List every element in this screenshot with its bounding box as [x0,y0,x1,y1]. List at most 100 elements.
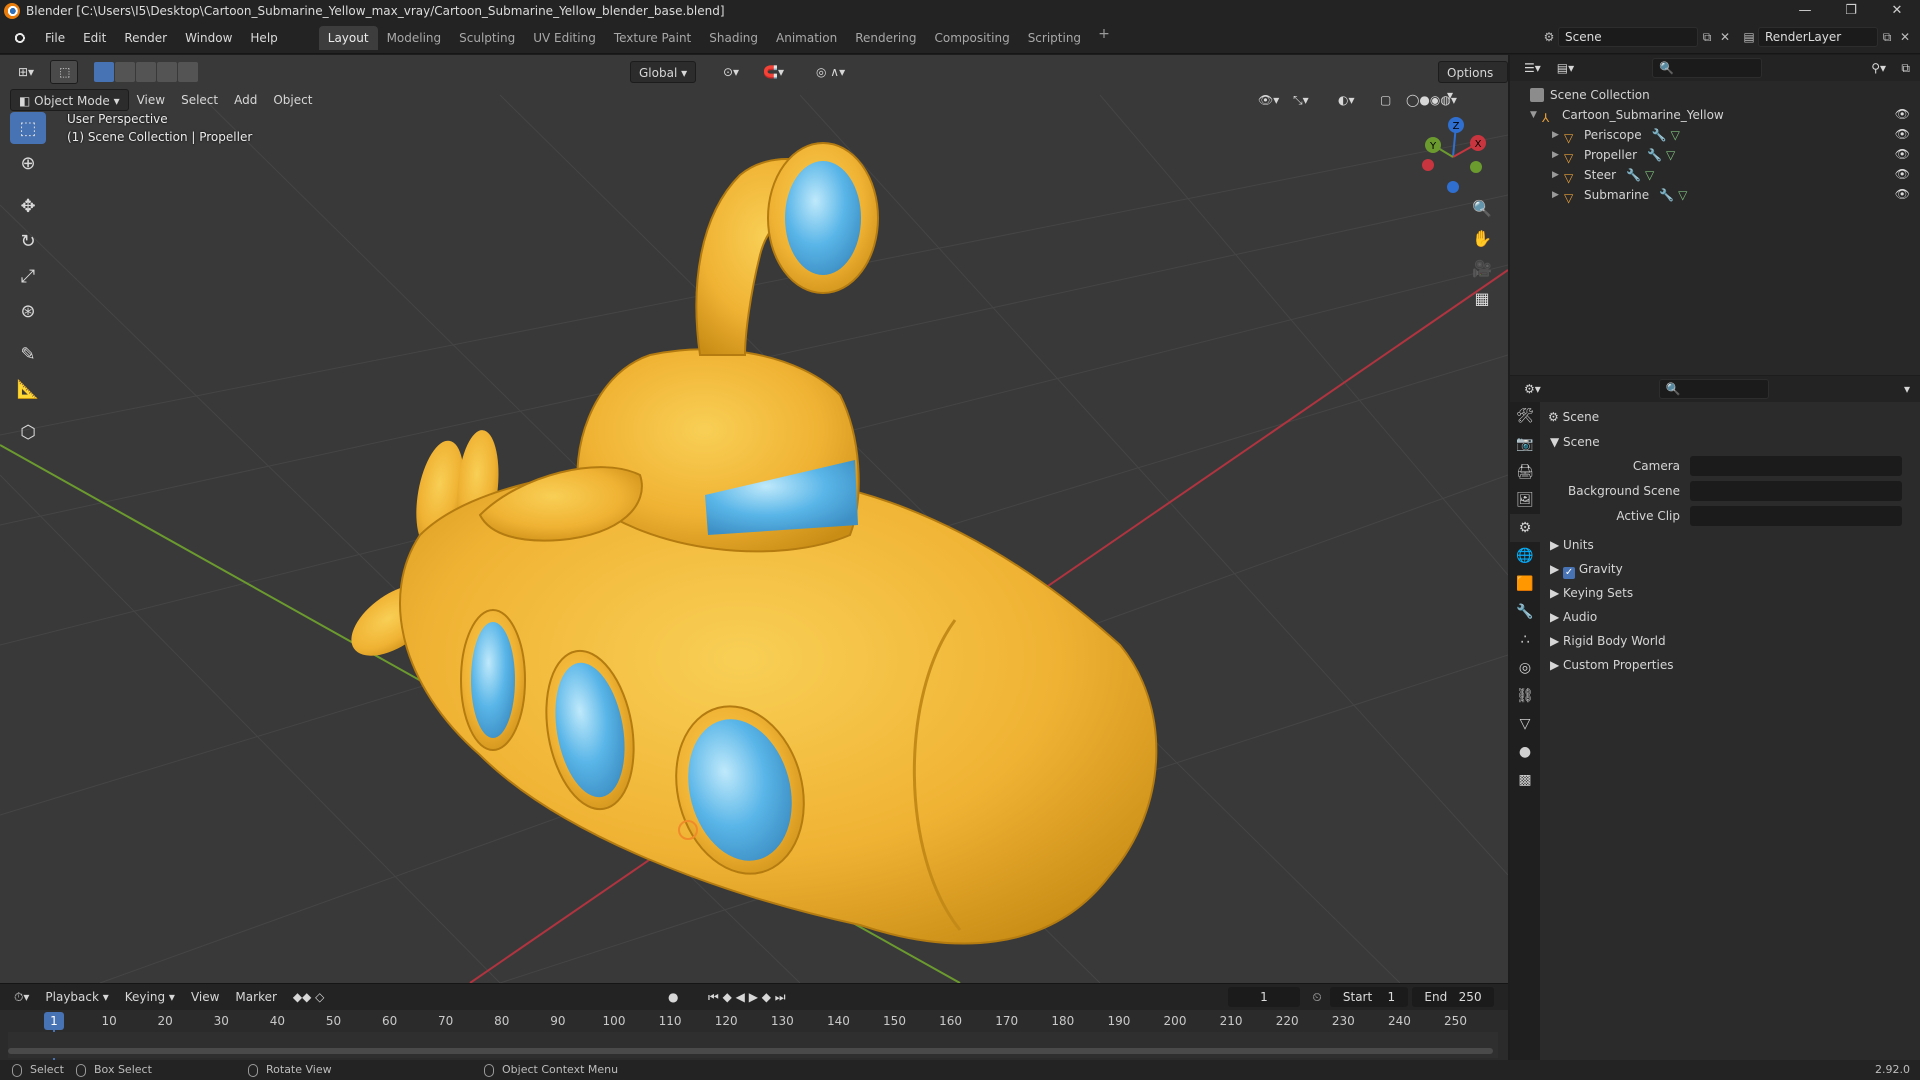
background-scene-field[interactable] [1690,481,1902,501]
camera-field[interactable] [1690,456,1902,476]
select-invert-icon[interactable] [157,62,178,82]
menu-render[interactable]: Render [115,26,176,50]
zoom-icon[interactable]: 🔍 [1468,195,1496,223]
scene-name-field[interactable]: Scene [1558,27,1698,47]
select-extend-icon[interactable] [115,62,136,82]
maximize-button[interactable]: ❐ [1828,0,1874,22]
mode-dropdown[interactable]: ◧ Object Mode ▾ [10,89,129,111]
mesh-data-icon[interactable]: ▽ [1671,125,1680,145]
menu-edit[interactable]: Edit [74,26,115,50]
material-tab-icon[interactable]: ● [1510,738,1540,766]
tab-modeling[interactable]: Modeling [378,26,451,50]
output-tab-icon[interactable]: 🖨 [1510,458,1540,486]
overlay-toggle-icon[interactable]: ◐▾ [1330,89,1363,111]
rigid-body-world-panel-header[interactable]: ▶ Rigid Body World [1550,630,1666,652]
scale-icon[interactable]: ⤢ [10,260,46,292]
add-workspace-button[interactable]: + [1090,26,1118,50]
keyframe-icons[interactable]: ◆◆ ◇ [285,986,333,1008]
camera-view-icon[interactable]: 🎥 [1468,255,1496,283]
navigation-gizmo[interactable]: Z X Y [1418,115,1498,195]
tab-scripting[interactable]: Scripting [1019,26,1090,50]
pivot-icon[interactable]: ⊙▾ [715,61,747,83]
record-icon[interactable]: ● [660,986,686,1008]
properties-search-input[interactable]: 🔍 [1658,379,1769,399]
editor-type-icon[interactable]: ⊞▾ [10,61,42,83]
modifier-icon[interactable]: 🔧 [1659,185,1674,205]
visibility-eye-icon[interactable]: 👁 [1895,127,1910,141]
display-mode-icon[interactable]: ▤▾ [1549,57,1582,79]
timeline-menu-marker[interactable]: Marker [227,986,284,1008]
collection-row[interactable]: ▼ ⅄ Cartoon_Submarine_Yellow [1530,105,1724,125]
cursor-icon[interactable]: ⊕ [10,147,46,179]
move-icon[interactable]: ✥ [10,190,46,222]
delete-view-layer-icon[interactable]: ✕ [1896,28,1914,46]
physics-tab-icon[interactable]: ◎ [1510,654,1540,682]
scene-tab-icon[interactable]: ⚙ [1510,514,1540,542]
preview-range-icon[interactable]: ⏲ [1308,988,1326,1006]
frame-ruler[interactable]: 1 10 20 30 40 50 60 70 80 90 100 110 120 130 140 150 160… [8,1012,1498,1062]
expand-icon[interactable]: ▶ [1552,185,1564,205]
tab-animation[interactable]: Animation [767,26,846,50]
snap-icon[interactable]: 🧲▾ [755,61,792,83]
audio-panel-header[interactable]: ▶ Audio [1550,606,1597,628]
minimize-button[interactable]: — [1782,0,1828,22]
tab-texture-paint[interactable]: Texture Paint [605,26,700,50]
end-frame-field[interactable]: End 250 [1412,987,1494,1007]
tab-compositing[interactable]: Compositing [925,26,1018,50]
select-new-icon[interactable] [94,62,115,82]
outliner-item-steer[interactable]: ▶ ▽ Steer 🔧 ▽ [1552,165,1654,185]
measure-icon[interactable]: 📐 [10,373,46,405]
outliner-item-propeller[interactable]: ▶ ▽ Propeller 🔧 ▽ [1552,145,1675,165]
timeline-menu-view[interactable]: View [183,986,227,1008]
rotate-icon[interactable]: ↻ [10,225,46,257]
modifier-icon[interactable]: 🔧 [1652,125,1667,145]
viewport-menu-select[interactable]: Select [173,89,226,111]
annotate-icon[interactable]: ✎ [10,338,46,370]
timeline-editor-type-icon[interactable]: ⏱▾ [6,986,37,1008]
viewport-menu-add[interactable]: Add [226,89,265,111]
timeline-track[interactable] [8,1032,1498,1058]
playhead[interactable]: 1 [44,1012,64,1030]
modifier-icon[interactable]: 🔧 [1647,145,1662,165]
outliner-item-periscope[interactable]: ▶ ▽ Periscope 🔧 ▽ [1552,125,1680,145]
world-tab-icon[interactable]: 🌐 [1510,542,1540,570]
mesh-data-icon[interactable]: ▽ [1666,145,1675,165]
units-panel-header[interactable]: ▶ Units [1550,534,1594,556]
blender-menu-icon[interactable] [10,28,28,47]
keying-sets-panel-header[interactable]: ▶ Keying Sets [1550,582,1633,604]
properties-options-icon[interactable]: ▾ [1896,378,1918,400]
select-intersect-icon[interactable] [178,62,199,82]
properties-editor-type-icon[interactable]: ⚙▾ [1516,378,1549,400]
ortho-grid-icon[interactable]: ▦ [1468,285,1496,313]
tool-tab-icon[interactable]: 🛠 [1510,402,1540,430]
menu-window[interactable]: Window [176,26,241,50]
viewport-menu-object[interactable]: Object [265,89,320,111]
data-tab-icon[interactable]: ▽ [1510,710,1540,738]
proportional-edit-icon[interactable]: ◎ ∧▾ [808,61,853,83]
tab-layout[interactable]: Layout [318,25,378,50]
mesh-data-icon[interactable]: ▽ [1645,165,1654,185]
visibility-eye-icon[interactable]: 👁 [1895,187,1910,201]
gizmo-toggle-icon[interactable]: ⤡▾ [1285,89,1317,111]
scene-panel-header[interactable]: ▼ Scene [1550,431,1600,453]
add-cube-icon[interactable]: ⬡ [10,416,46,448]
particles-tab-icon[interactable]: ∴ [1510,626,1540,654]
expand-icon[interactable]: ▶ [1552,145,1564,165]
render-layer-field[interactable]: RenderLayer [1758,27,1878,47]
filter-icon[interactable]: ⚲▾ [1863,57,1894,79]
texture-tab-icon[interactable]: ▩ [1510,766,1540,794]
outliner-search-input[interactable]: 🔍 [1652,58,1763,78]
collapse-icon[interactable]: ▼ [1530,105,1542,125]
xray-toggle-icon[interactable]: ▢ [1372,89,1399,111]
visibility-eye-icon[interactable]: 👁 [1895,167,1910,181]
orientation-dropdown[interactable]: Global ▾ [630,61,697,83]
scene-collection-row[interactable]: Scene Collection [1530,85,1650,105]
timeline-menu-keying[interactable]: Keying ▾ [117,986,183,1008]
outliner-editor-type-icon[interactable]: ☰▾ [1516,57,1549,79]
playback-controls-icon[interactable]: ⏮ ◆ ◀ ▶ ◆ ⏭ [700,986,794,1008]
object-tab-icon[interactable]: 🟧 [1510,570,1540,598]
visibility-eye-icon[interactable]: 👁 [1895,147,1910,161]
3d-viewport[interactable]: ⊞▾ ⬚ Global ▾ ⊙▾ 🧲▾ ◎ ∧▾ Options ▾ ◧ Obj… [0,55,1508,983]
current-frame-field[interactable]: 1 [1228,987,1300,1007]
tab-rendering[interactable]: Rendering [846,26,925,50]
